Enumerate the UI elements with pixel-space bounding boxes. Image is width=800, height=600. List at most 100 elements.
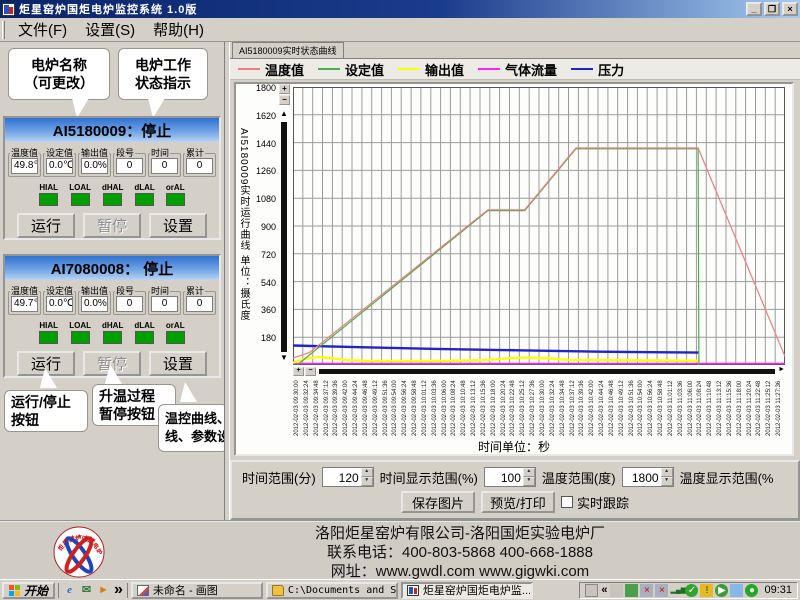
x-tick-label: 2012-02-03 10:42:00 — [589, 380, 595, 436]
output-value[interactable]: 0.0% — [81, 158, 108, 174]
time-display-spinner[interactable]: 100 ▲▼ — [484, 467, 536, 487]
y-tick-label: 1260 — [256, 166, 276, 176]
temp-range-value[interactable]: 1800 — [623, 468, 661, 486]
temperature-value[interactable]: 49.7℃ — [11, 296, 38, 312]
scroll-right-icon[interactable]: ► — [778, 366, 785, 373]
zoom-in-x-button[interactable]: + — [293, 367, 304, 376]
field-output: 输出值 0.0% — [78, 153, 111, 177]
window-title: 炬星窑炉国炬电炉监控系统 1.0版 — [19, 1, 744, 17]
update2-icon[interactable]: ● — [745, 584, 758, 597]
furnace-1-alarms: HIAL LOAL dHAL dLAL — [5, 183, 219, 206]
y-tick-label: 720 — [261, 250, 276, 260]
realtime-track-checkbox[interactable] — [561, 496, 573, 508]
chart-controls: 时间范围(分) 120 ▲▼ 时间显示范围(%) 100 ▲▼ 温度范围(度) … — [230, 460, 800, 520]
time-display-value[interactable]: 100 — [485, 468, 523, 486]
spinner-arrows[interactable]: ▲▼ — [661, 468, 673, 486]
quick-launch-more-chevron[interactable]: » — [114, 581, 123, 599]
y-tick-label: 1620 — [256, 111, 276, 121]
tray-expand-chevron[interactable]: « — [601, 584, 607, 596]
menu-help[interactable]: 帮助(H) — [144, 18, 213, 41]
x-tick-label: 2012-02-03 09:44:24 — [353, 380, 359, 436]
mail-icon[interactable]: ✉ — [80, 584, 93, 597]
scroll-down-icon[interactable]: ▼ — [280, 354, 288, 362]
language-icon[interactable] — [610, 584, 623, 597]
spin-down-icon[interactable]: ▼ — [361, 477, 373, 486]
total-value[interactable]: 0 — [186, 296, 213, 312]
start-button[interactable]: 开始 — [2, 582, 55, 599]
spinner-arrows[interactable]: ▲▼ — [361, 468, 373, 486]
time-value[interactable]: 0 — [151, 158, 178, 174]
temperature-value[interactable]: 49.8℃ — [11, 158, 38, 174]
scroll-up-icon[interactable]: ▲ — [280, 110, 288, 118]
media-icon[interactable]: ▶ — [715, 584, 728, 597]
setpoint-value[interactable]: 0.0℃ — [46, 158, 73, 174]
spin-up-icon[interactable]: ▲ — [361, 468, 373, 477]
callout-tail — [148, 98, 165, 118]
spin-down-icon[interactable]: ▼ — [523, 477, 535, 486]
x-tick-label: 2012-02-03 09:34:48 — [314, 380, 320, 436]
vertical-scrollbar[interactable] — [281, 122, 287, 352]
tab-realtime-curve[interactable]: AI5180009实时状态曲线 — [232, 42, 344, 58]
zoom-out-y-button[interactable]: − — [279, 95, 290, 105]
update-icon[interactable] — [625, 584, 638, 597]
spinner-arrows[interactable]: ▲▼ — [523, 468, 535, 486]
temp-range-spinner[interactable]: 1800 ▲▼ — [622, 467, 674, 487]
output-value[interactable]: 0.0% — [81, 296, 108, 312]
save-image-button[interactable]: 保存图片 — [401, 491, 475, 513]
network-error-icon-2[interactable]: × — [655, 584, 668, 597]
segment-value[interactable]: 0 — [116, 158, 143, 174]
settings-button[interactable]: 设置 — [149, 351, 207, 376]
footer-text: 洛阳炬星窑炉有限公司-洛阳国炬实验电炉厂 联系电话：400-803-5868 4… — [140, 524, 780, 581]
segment-value[interactable]: 0 — [116, 296, 143, 312]
zoom-out-x-button[interactable]: − — [305, 367, 316, 376]
time-range-spinner[interactable]: 120 ▲▼ — [322, 467, 374, 487]
minimize-button[interactable]: _ — [746, 2, 762, 16]
task-monitor-app[interactable]: 炬星窑炉国炬电炉监... — [401, 582, 533, 599]
close-button[interactable]: × — [782, 2, 798, 16]
menu-grip — [2, 21, 5, 39]
network-error-icon[interactable]: × — [640, 584, 653, 597]
folder-icon — [272, 585, 284, 596]
furnace-sidebar: 电炉名称 （可更改） 电炉工作 状态指示 AI5180009：停止 温度值 49… — [0, 42, 224, 520]
setpoint-value[interactable]: 0.0℃ — [46, 296, 73, 312]
x-tick-label: 2012-02-03 10:39:36 — [579, 380, 585, 436]
time-value[interactable]: 0 — [151, 296, 178, 312]
spin-up-icon[interactable]: ▲ — [523, 468, 535, 477]
zoom-in-y-button[interactable]: + — [279, 84, 290, 94]
language-icon[interactable] — [585, 584, 598, 597]
task-paint[interactable]: 未命名 - 画图 — [131, 582, 263, 599]
legend-color-swatch — [571, 68, 593, 70]
furnace-2-fields: 温度值 49.7℃ 设定值 0.0℃ 输出值 0.0% 段号 0 — [5, 280, 219, 315]
field-time: 时间 0 — [148, 153, 181, 177]
legend-item: 气体流量 — [478, 60, 557, 79]
spin-up-icon[interactable]: ▲ — [661, 468, 673, 477]
horizontal-scrollbar[interactable] — [319, 369, 775, 374]
x-tick-label: 2012-02-03 10:30:00 — [540, 380, 546, 436]
preview-print-button[interactable]: 预览/打印 — [481, 491, 555, 513]
messenger-icon[interactable] — [730, 584, 743, 597]
maximize-button[interactable]: ❐ — [764, 2, 780, 16]
alarm-label: orAL — [166, 183, 185, 192]
menu-settings[interactable]: 设置(S) — [76, 18, 144, 41]
total-value[interactable]: 0 — [186, 158, 213, 174]
task-label: C:\Documents and Se... — [288, 585, 398, 596]
ie-icon[interactable]: e — [63, 584, 76, 597]
x-tick-label: 2012-02-03 11:13:12 — [717, 381, 723, 436]
pause-button[interactable]: 暂停 — [83, 213, 141, 238]
spin-down-icon[interactable]: ▼ — [661, 477, 673, 486]
menu-file[interactable]: 文件(F) — [9, 18, 76, 41]
x-tick-label: 2012-02-03 10:27:36 — [530, 380, 536, 436]
x-tick-label: 2012-02-03 09:51:36 — [383, 380, 389, 436]
media-player-icon[interactable]: ► — [97, 584, 110, 597]
status-ok-icon[interactable]: ✓ — [685, 584, 698, 597]
callout-text: 电炉名称 — [31, 56, 87, 74]
shield-icon[interactable]: ! — [700, 584, 713, 597]
task-explorer[interactable]: C:\Documents and Se... — [266, 582, 398, 599]
signal-icon[interactable]: ▂▄▆ — [670, 584, 683, 597]
run-button[interactable]: 运行 — [17, 213, 75, 238]
field-setpoint: 设定值 0.0℃ — [43, 153, 76, 177]
vertical-scroll-column: + − ▲ ▼ — [279, 84, 291, 370]
time-range-value[interactable]: 120 — [323, 468, 361, 486]
settings-button[interactable]: 设置 — [149, 213, 207, 238]
y-tick-label: 1080 — [256, 194, 276, 204]
